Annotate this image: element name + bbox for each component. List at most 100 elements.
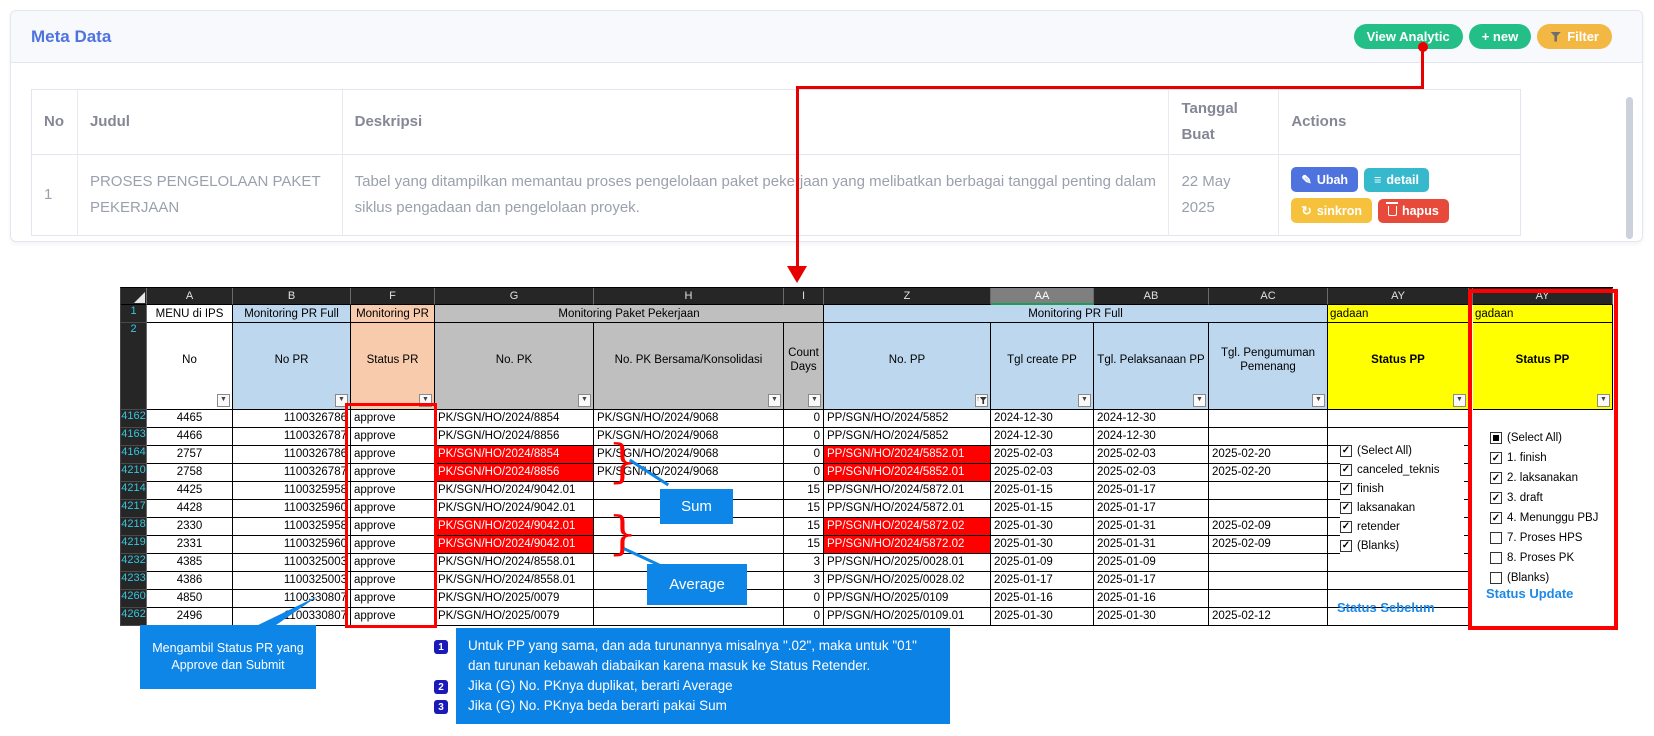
checkbox-checked[interactable]: ✓: [1340, 445, 1352, 457]
cell-4210-i[interactable]: 0: [784, 464, 824, 482]
cell-4218-z[interactable]: PP/SGN/HO/2024/5872.02: [824, 518, 991, 536]
cell-4162-i[interactable]: 0: [784, 410, 824, 428]
row-header-4262[interactable]: 4262: [121, 608, 147, 626]
cell-4217-g[interactable]: PK/SGN/HO/2024/9042.01: [435, 500, 594, 518]
cell-4162-aa[interactable]: 2024-12-30: [991, 410, 1094, 428]
column-letter-AY[interactable]: AY: [1328, 288, 1469, 305]
cell-4233-b[interactable]: 1100325003: [233, 572, 351, 590]
cell-4164-ab[interactable]: 2025-02-03: [1094, 446, 1209, 464]
group-header-zac[interactable]: Monitoring PR Full: [824, 305, 1328, 323]
hapus-button[interactable]: hapus: [1378, 199, 1449, 223]
sheet-header-status_pp_1[interactable]: Status PP▼: [1328, 323, 1469, 410]
cell-4233-i[interactable]: 3: [784, 572, 824, 590]
cell-4214-a[interactable]: 4425: [147, 482, 233, 500]
cell-4164-g[interactable]: PK/SGN/HO/2024/8854: [435, 446, 594, 464]
row-header-4219[interactable]: 4219: [121, 536, 147, 554]
column-letter-F[interactable]: F: [351, 288, 435, 305]
cell-4164-b[interactable]: 1100326786: [233, 446, 351, 464]
group-header-a[interactable]: MENU di IPS: [147, 305, 233, 323]
cell-4218-i[interactable]: 15: [784, 518, 824, 536]
cell-4164-aa[interactable]: 2025-02-03: [991, 446, 1094, 464]
checkbox-checked[interactable]: ✓: [1340, 464, 1352, 476]
row-header-4162[interactable]: 4162: [121, 410, 147, 428]
filter-item--blanks-[interactable]: ✓(Blanks): [1340, 536, 1464, 555]
cell-4163-b[interactable]: 1100326787: [233, 428, 351, 446]
filter-item-laksanakan[interactable]: ✓laksanakan: [1340, 498, 1464, 517]
cell-4217-i[interactable]: 15: [784, 500, 824, 518]
cell-4162-h[interactable]: PK/SGN/HO/2024/9068: [594, 410, 784, 428]
cell-4232-b[interactable]: 1100325003: [233, 554, 351, 572]
cell-4162-ac[interactable]: [1209, 410, 1328, 428]
cell-4232-ab[interactable]: 2025-01-09: [1094, 554, 1209, 572]
cell-4262-g[interactable]: PK/SGN/HO/2025/0079: [435, 608, 594, 626]
column-letter-I[interactable]: I: [784, 288, 824, 305]
new-button[interactable]: + new: [1469, 24, 1532, 49]
cell-4232-z[interactable]: PP/SGN/HO/2025/0028.01: [824, 554, 991, 572]
sheet-header-no_pk[interactable]: No. PK▼: [435, 323, 594, 410]
row-header-4232[interactable]: 4232: [121, 554, 147, 572]
cell-4163-ac[interactable]: [1209, 428, 1328, 446]
cell-4260-b[interactable]: 1100330807: [233, 590, 351, 608]
cell-4219-b[interactable]: 1100325960: [233, 536, 351, 554]
cell-4262-i[interactable]: 0: [784, 608, 824, 626]
sheet-header-no_pr[interactable]: No PR▼: [233, 323, 351, 410]
filter-button[interactable]: Filter: [1537, 24, 1612, 49]
cell-4163-i[interactable]: 0: [784, 428, 824, 446]
cell-4214-b[interactable]: 1100325958: [233, 482, 351, 500]
column-letter-AA[interactable]: AA: [991, 288, 1094, 305]
filter-dropdown-icon[interactable]: ▼: [1078, 394, 1091, 407]
row-header-4233[interactable]: 4233: [121, 572, 147, 590]
cell-4262-ab[interactable]: 2025-01-30: [1094, 608, 1209, 626]
row-header-2[interactable]: 2: [121, 323, 147, 410]
cell-4164-ac[interactable]: 2025-02-20: [1209, 446, 1328, 464]
column-letter-A[interactable]: A: [147, 288, 233, 305]
cell-4218-ac[interactable]: 2025-02-09: [1209, 518, 1328, 536]
group-header-ay1[interactable]: gadaan: [1328, 305, 1469, 323]
row-header-4214[interactable]: 4214: [121, 482, 147, 500]
cell-4214-aa[interactable]: 2025-01-15: [991, 482, 1094, 500]
cell-4260-z[interactable]: PP/SGN/HO/2025/0109: [824, 590, 991, 608]
cell-4162-a[interactable]: 4465: [147, 410, 233, 428]
filter-dropdown-icon[interactable]: ▼: [808, 394, 821, 407]
cell-4232-aa[interactable]: 2025-01-09: [991, 554, 1094, 572]
sinkron-button[interactable]: ↻sinkron: [1291, 198, 1372, 223]
cell-4162-b[interactable]: 1100326786: [233, 410, 351, 428]
cell-4214-ab[interactable]: 2025-01-17: [1094, 482, 1209, 500]
sheet-header-no_pk_bersama[interactable]: No. PK Bersama/Konsolidasi▼: [594, 323, 784, 410]
cell-4162-g[interactable]: PK/SGN/HO/2024/8854: [435, 410, 594, 428]
cell-4163-g[interactable]: PK/SGN/HO/2024/8856: [435, 428, 594, 446]
sheet-header-no_pp[interactable]: No. PP↑: [824, 323, 991, 410]
column-letter-B[interactable]: B: [233, 288, 351, 305]
cell-4163-a[interactable]: 4466: [147, 428, 233, 446]
cell-4210-z[interactable]: PP/SGN/HO/2024/5852.01: [824, 464, 991, 482]
cell-4262-aa[interactable]: 2025-01-30: [991, 608, 1094, 626]
cell-4217-z[interactable]: PP/SGN/HO/2024/5872.01: [824, 500, 991, 518]
row-header-1[interactable]: 1: [121, 305, 147, 323]
cell-4214-g[interactable]: PK/SGN/HO/2024/9042.01: [435, 482, 594, 500]
filter-dropdown-icon[interactable]: ▼: [217, 394, 230, 407]
cell-4218-ab[interactable]: 2025-01-31: [1094, 518, 1209, 536]
cell-4164-i[interactable]: 0: [784, 446, 824, 464]
cell-4233-z[interactable]: PP/SGN/HO/2025/0028.02: [824, 572, 991, 590]
cell-4260-aa[interactable]: 2025-01-16: [991, 590, 1094, 608]
cell-4210-aa[interactable]: 2025-02-03: [991, 464, 1094, 482]
group-header-f[interactable]: Monitoring PR: [351, 305, 435, 323]
cell-4163-ab[interactable]: 2024-12-30: [1094, 428, 1209, 446]
checkbox-checked[interactable]: ✓: [1340, 502, 1352, 514]
checkbox-checked[interactable]: ✓: [1340, 521, 1352, 533]
column-letter-AB[interactable]: AB: [1094, 288, 1209, 305]
scrollbar[interactable]: [1626, 97, 1633, 239]
cell-4162-ay1[interactable]: [1328, 410, 1469, 428]
sheet-header-count_days[interactable]: Count Days▼: [784, 323, 824, 410]
column-letter-AC[interactable]: AC: [1209, 288, 1328, 305]
cell-4219-a[interactable]: 2331: [147, 536, 233, 554]
cell-4232-i[interactable]: 3: [784, 554, 824, 572]
cell-4164-z[interactable]: PP/SGN/HO/2024/5852.01: [824, 446, 991, 464]
cell-4262-h[interactable]: [594, 608, 784, 626]
row-header-4163[interactable]: 4163: [121, 428, 147, 446]
cell-4218-a[interactable]: 2330: [147, 518, 233, 536]
detail-button[interactable]: ≡detail: [1364, 168, 1429, 192]
filter-item--select-all-[interactable]: ✓(Select All): [1340, 441, 1464, 460]
sheet-header-status_pr[interactable]: Status PR▼: [351, 323, 435, 410]
cell-4163-z[interactable]: PP/SGN/HO/2024/5852: [824, 428, 991, 446]
